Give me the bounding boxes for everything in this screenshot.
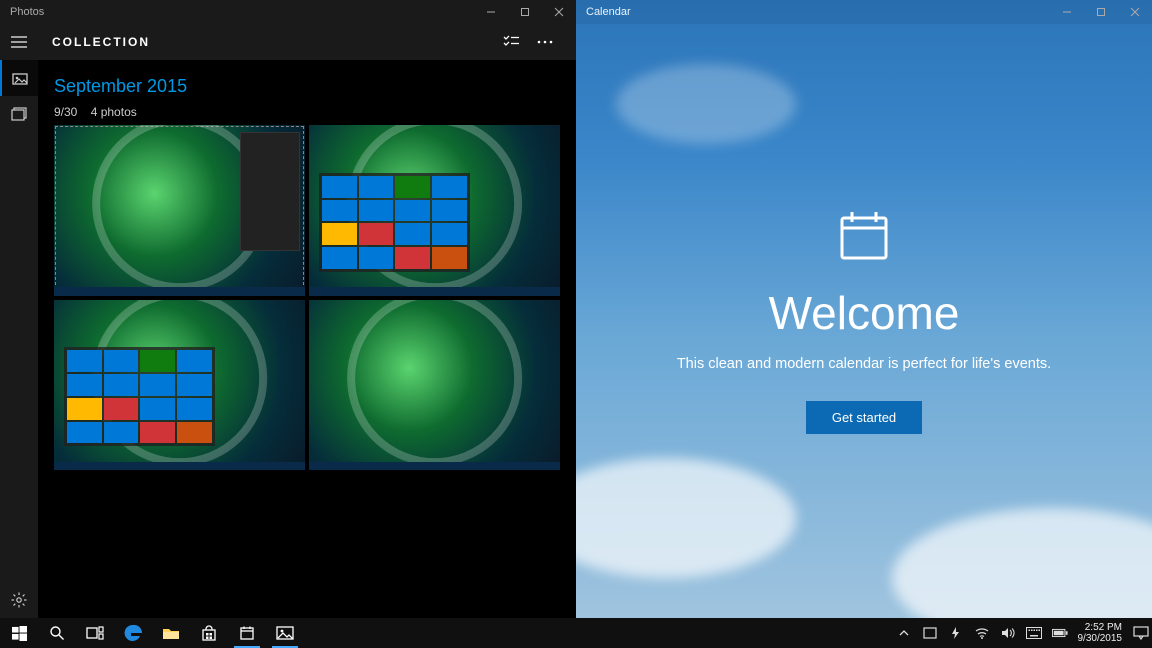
- tray-language[interactable]: [1026, 625, 1042, 641]
- photo-thumbnail[interactable]: [309, 300, 560, 471]
- sidebar-albums[interactable]: [0, 96, 38, 132]
- month-heading[interactable]: September 2015: [54, 76, 560, 97]
- calendar-icon: [239, 625, 255, 641]
- minimize-button[interactable]: [474, 0, 508, 24]
- albums-icon: [11, 107, 27, 121]
- welcome-heading: Welcome: [769, 286, 960, 340]
- chevron-up-icon: [899, 629, 909, 637]
- ellipsis-icon: [537, 40, 553, 44]
- get-started-button[interactable]: Get started: [806, 401, 922, 434]
- photo-thumbnail[interactable]: [54, 300, 305, 471]
- clock-date: 9/30/2015: [1078, 633, 1123, 645]
- calendar-title: Calendar: [586, 6, 631, 18]
- photos-window: Photos: [0, 0, 576, 618]
- thumbnail-grid: [54, 125, 560, 470]
- system-tray: [890, 618, 1074, 648]
- maximize-button[interactable]: [1084, 0, 1118, 24]
- hamburger-button[interactable]: [0, 24, 38, 60]
- sidebar-collection[interactable]: [0, 60, 38, 96]
- tray-overflow[interactable]: [896, 625, 912, 641]
- taskbar-edge[interactable]: [114, 618, 152, 648]
- task-view-button[interactable]: [76, 618, 114, 648]
- tray-defender[interactable]: [922, 625, 938, 641]
- collection-icon: [12, 71, 28, 85]
- photo-thumbnail[interactable]: [54, 125, 305, 296]
- taskbar-calendar[interactable]: [228, 618, 266, 648]
- minimize-button[interactable]: [1050, 0, 1084, 24]
- photo-thumbnail[interactable]: [309, 125, 560, 296]
- maximize-button[interactable]: [508, 0, 542, 24]
- search-button[interactable]: [38, 618, 76, 648]
- calendar-titlebar[interactable]: Calendar: [576, 0, 1152, 24]
- calendar-icon: [836, 208, 892, 264]
- volume-icon: [1001, 627, 1015, 639]
- edge-icon: [123, 623, 143, 643]
- photos-main: COLLECTION September 2015 9/30 4 photos: [38, 24, 576, 618]
- flag-icon: [923, 627, 937, 639]
- close-button[interactable]: [1118, 0, 1152, 24]
- collection-title: COLLECTION: [52, 35, 150, 49]
- taskbar: 2:52 PM 9/30/2015: [0, 618, 1152, 648]
- photos-sidebar: [0, 24, 38, 618]
- notification-icon: [1133, 626, 1149, 640]
- gear-icon: [11, 592, 27, 608]
- select-mode-button[interactable]: [494, 24, 528, 60]
- list-check-icon: [503, 35, 519, 49]
- day-date: 9/30: [54, 105, 77, 119]
- search-icon: [49, 625, 65, 641]
- start-button[interactable]: [0, 618, 38, 648]
- action-center-button[interactable]: [1130, 618, 1152, 648]
- task-view-icon: [86, 626, 104, 640]
- day-summary: 9/30 4 photos: [54, 105, 560, 119]
- tray-network[interactable]: [974, 625, 990, 641]
- taskbar-photos[interactable]: [266, 618, 304, 648]
- taskbar-clock[interactable]: 2:52 PM 9/30/2015: [1074, 618, 1131, 648]
- collection-header: COLLECTION: [38, 24, 576, 60]
- taskbar-file-explorer[interactable]: [152, 618, 190, 648]
- photos-titlebar[interactable]: Photos: [0, 0, 576, 24]
- tray-volume[interactable]: [1000, 625, 1016, 641]
- power-icon: [950, 626, 962, 640]
- welcome-subtitle: This clean and modern calendar is perfec…: [677, 354, 1051, 375]
- close-button[interactable]: [542, 0, 576, 24]
- wifi-icon: [975, 627, 989, 639]
- calendar-body: Welcome This clean and modern calendar i…: [576, 24, 1152, 618]
- windows-icon: [12, 626, 27, 641]
- battery-icon: [1052, 628, 1068, 638]
- sidebar-settings[interactable]: [0, 582, 38, 618]
- more-button[interactable]: [528, 24, 562, 60]
- clock-time: 2:52 PM: [1085, 622, 1122, 634]
- photos-icon: [276, 626, 294, 640]
- tray-battery[interactable]: [1052, 625, 1068, 641]
- calendar-window: Calendar: [576, 0, 1152, 618]
- tray-power[interactable]: [948, 625, 964, 641]
- photos-title: Photos: [10, 6, 44, 18]
- keyboard-icon: [1026, 627, 1042, 639]
- folder-icon: [162, 626, 180, 640]
- day-count: 4 photos: [91, 105, 137, 119]
- store-icon: [201, 625, 217, 641]
- taskbar-store[interactable]: [190, 618, 228, 648]
